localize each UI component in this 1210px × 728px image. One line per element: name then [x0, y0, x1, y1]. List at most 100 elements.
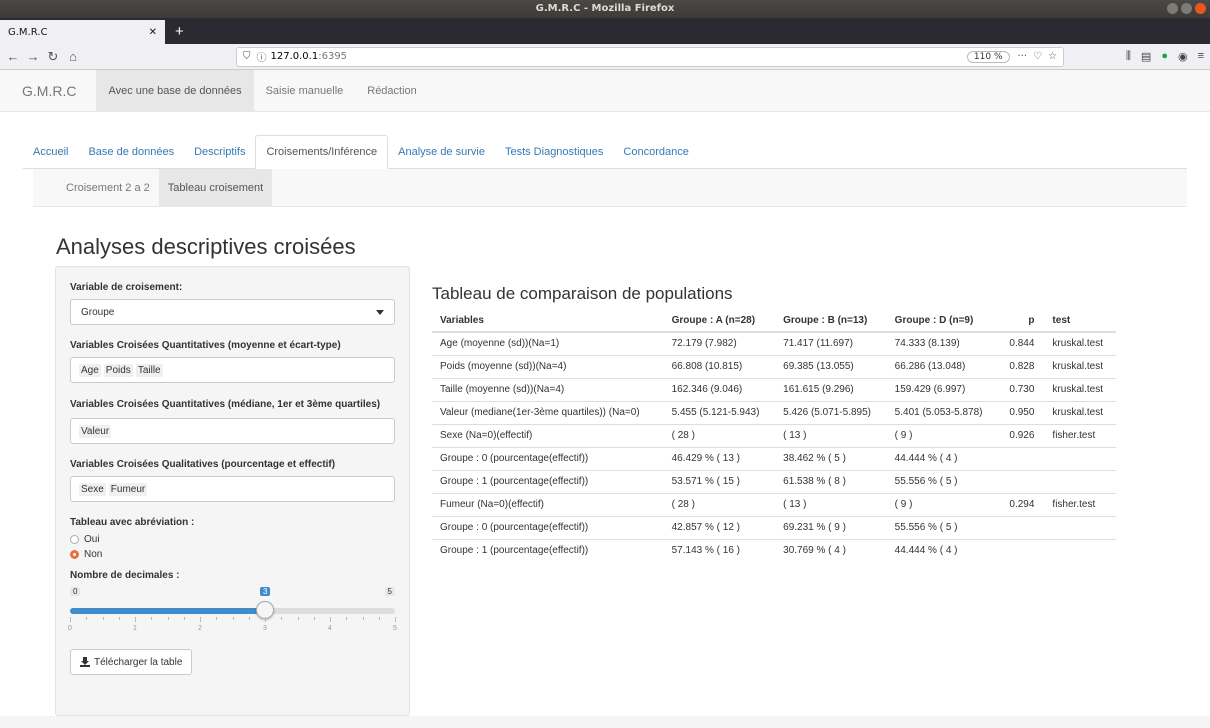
sidebar-icon[interactable]: ▤ — [1141, 50, 1151, 63]
cell-group-b: 69.231 % ( 9 ) — [775, 515, 887, 539]
cell-p: 0.828 — [998, 354, 1045, 378]
tab-database[interactable]: Base de données — [78, 136, 184, 168]
slider-tick-label: 0 — [68, 625, 72, 632]
app-navbar: G.M.R.C Avec une base de données Saisie … — [0, 69, 1210, 112]
slider-tick — [232, 617, 234, 620]
chip-sexe[interactable]: Sexe — [79, 482, 106, 496]
app-brand[interactable]: G.M.R.C — [0, 83, 96, 99]
extension-icon[interactable]: ● — [1161, 50, 1168, 63]
cell-variable: Valeur (mediane(1er-3ème quartiles)) (Na… — [432, 400, 664, 424]
close-tab-icon[interactable]: ✕ — [149, 27, 157, 38]
sub-tabs: Croisement 2 a 2 Tableau croisement — [33, 169, 1187, 207]
chip-poids[interactable]: Poids — [103, 363, 133, 377]
more-actions-icon[interactable]: ··· — [1018, 51, 1028, 62]
cell-group-b: 61.538 % ( 8 ) — [775, 469, 887, 493]
tab-crossing-inference[interactable]: Croisements/Inférence — [255, 135, 389, 169]
library-icon[interactable]: ⫼ — [1126, 50, 1131, 63]
cell-group-d: 44.444 % ( 4 ) — [886, 538, 999, 562]
new-tab-icon[interactable]: + — [165, 20, 194, 44]
page-bottom-strip — [0, 716, 1210, 728]
reload-icon[interactable]: ↻ — [46, 49, 60, 65]
crossing-variable-select[interactable]: Groupe — [70, 299, 395, 325]
cell-group-a: 57.143 % ( 16 ) — [663, 538, 776, 562]
col-group-a: Groupe : A (n=28) — [663, 309, 776, 333]
nav-manual-entry[interactable]: Saisie manuelle — [254, 70, 356, 112]
cell-group-a: 42.857 % ( 12 ) — [663, 515, 776, 539]
abbrev-label: Tableau avec abréviation : — [70, 517, 195, 528]
qual-label: Variables Croisées Qualitatives (pourcen… — [70, 459, 336, 470]
radio-oui-button[interactable] — [70, 535, 79, 544]
table-title: Tableau de comparaison de populations — [432, 284, 733, 303]
cell-group-d: ( 9 ) — [886, 492, 999, 516]
tab-diagnostic-tests[interactable]: Tests Diagnostiques — [495, 136, 613, 168]
bookmark-star-icon[interactable]: ☆ — [1048, 51, 1057, 62]
radio-non-label: Non — [84, 549, 103, 560]
crossing-variable-value: Groupe — [81, 306, 115, 318]
info-icon[interactable]: ⓘ — [257, 49, 267, 64]
chip-taille[interactable]: Taille — [135, 363, 163, 377]
radio-non-button[interactable] — [70, 550, 79, 559]
back-icon[interactable]: ← — [6, 49, 20, 64]
close-window-icon[interactable] — [1195, 3, 1206, 14]
cell-test — [1044, 469, 1116, 493]
tab-survival[interactable]: Analyse de survie — [388, 136, 495, 168]
table-row: Taille (moyenne (sd))(Na=4) 162.346 (9.04… — [432, 377, 1116, 401]
slider-tick — [151, 617, 153, 620]
cell-group-a: ( 28 ) — [663, 492, 776, 516]
zoom-indicator[interactable]: 110 % — [966, 50, 1010, 63]
table-row: Groupe : 0 (pourcentage(effectif)) 42.857… — [432, 515, 1116, 539]
account-icon[interactable]: ◉ — [1178, 50, 1188, 63]
slider-tick-label: 3 — [263, 625, 267, 632]
page-title: Analyses descriptives croisées — [56, 234, 356, 259]
browser-tab-title: G.M.R.C — [8, 26, 48, 38]
slider-tick — [297, 617, 299, 620]
tab-accueil[interactable]: Accueil — [23, 136, 78, 168]
cell-p — [998, 538, 1045, 562]
slider-tick — [86, 617, 88, 620]
chip-age[interactable]: Age — [79, 363, 101, 377]
nav-writing[interactable]: Rédaction — [355, 70, 429, 112]
radio-oui[interactable]: Oui — [70, 534, 395, 545]
decimals-slider[interactable]: 0 3 5 0 1 2 3 4 5 — [68, 587, 397, 635]
download-table-button[interactable]: Télécharger la table — [70, 649, 193, 675]
url-port: :6395 — [318, 51, 348, 62]
menu-icon[interactable]: ≡ — [1198, 50, 1204, 63]
cell-group-b: 69.385 (13.055) — [775, 354, 887, 378]
url-bar[interactable]: ⛉ ⓘ 127.0.0.1:6395 110 % ··· ♡ ☆ — [236, 46, 1064, 67]
quant-median-select[interactable]: Valeur — [70, 418, 395, 444]
home-icon[interactable]: ⌂ — [66, 49, 80, 64]
cell-variable: Poids (moyenne (sd))(Na=4) — [432, 354, 664, 378]
pocket-icon[interactable]: ♡ — [1033, 51, 1042, 62]
shield-icon[interactable]: ⛉ — [243, 51, 251, 62]
slider-min-label: 0 — [70, 587, 81, 596]
toolbar-icons: ⫼ ▤ ● ◉ ≡ — [1126, 50, 1204, 63]
subtab-crossing-2x2[interactable]: Croisement 2 a 2 — [57, 169, 159, 206]
cell-group-a: 5.455 (5.121-5.943) — [663, 400, 776, 424]
tab-concordance[interactable]: Concordance — [613, 136, 698, 168]
slider-tick — [183, 617, 185, 620]
radio-non[interactable]: Non — [70, 549, 395, 560]
quant-mean-select[interactable]: Age Poids Taille — [70, 357, 395, 383]
window-title: G.M.R.C - Mozilla Firefox — [535, 3, 675, 14]
browser-tab[interactable]: G.M.R.C ✕ — [0, 20, 165, 44]
forward-icon[interactable]: → — [26, 49, 40, 64]
cell-group-b: ( 13 ) — [775, 492, 887, 516]
cell-group-b: 5.426 (5.071-5.895) — [775, 400, 887, 424]
qual-select[interactable]: Sexe Fumeur — [70, 476, 395, 502]
caret-down-icon — [376, 309, 384, 315]
cell-p: 0.844 — [998, 331, 1045, 355]
tab-descriptive[interactable]: Descriptifs — [184, 136, 255, 168]
chip-valeur[interactable]: Valeur — [79, 424, 112, 438]
cell-group-d: ( 9 ) — [886, 423, 999, 447]
comparison-table: Variables Groupe : A (n=28) Groupe : B (… — [432, 309, 1116, 562]
slider-tick — [248, 617, 250, 620]
subtab-crossing-table[interactable]: Tableau croisement — [158, 169, 273, 206]
slider-max-label: 5 — [384, 587, 395, 596]
cell-p: 0.950 — [998, 400, 1045, 424]
nav-database[interactable]: Avec une base de données — [96, 69, 254, 112]
chip-fumeur[interactable]: Fumeur — [108, 482, 148, 496]
cell-variable: Groupe : 1 (pourcentage(effectif)) — [432, 538, 664, 562]
maximize-icon[interactable] — [1181, 3, 1192, 14]
minimize-icon[interactable] — [1167, 3, 1178, 14]
table-row: Groupe : 0 (pourcentage(effectif)) 46.429… — [432, 446, 1116, 470]
